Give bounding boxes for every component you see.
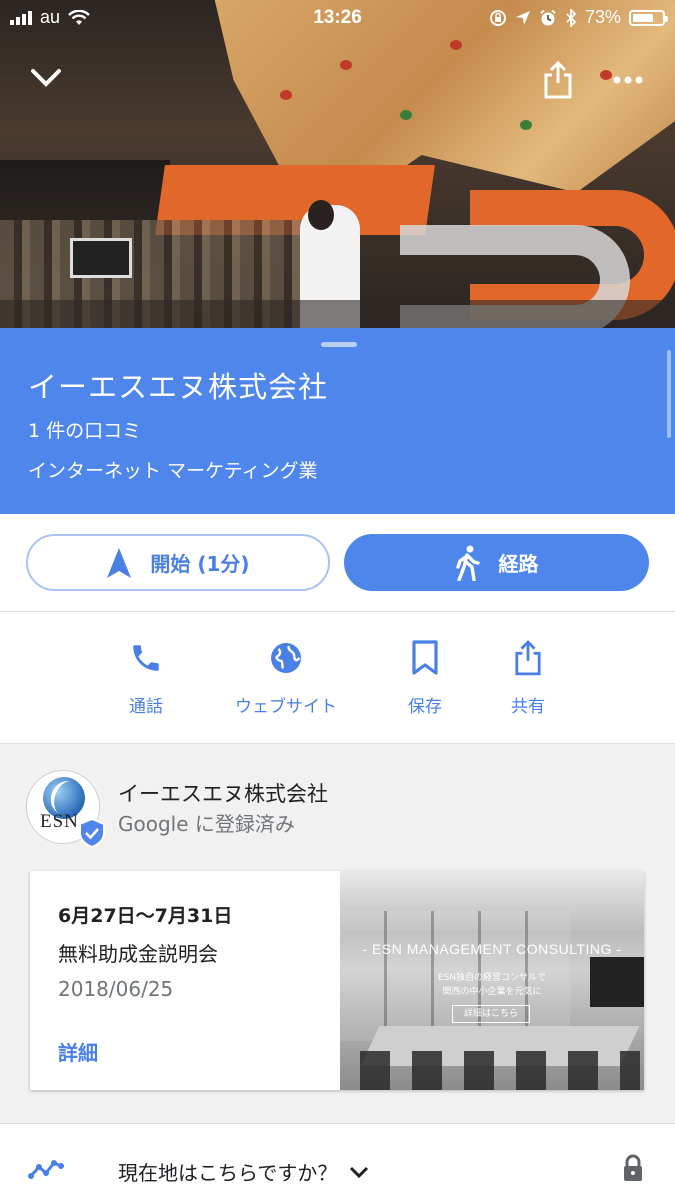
share-label: 共有 <box>511 697 545 717</box>
lock-icon <box>624 1154 642 1181</box>
place-sheet: { "status_bar": { "carrier": "au", "time… <box>0 0 675 1200</box>
quick-actions: 通話 ウェブサイト 保存 共有 <box>0 612 675 743</box>
review-count[interactable]: 1 件の口コミ <box>28 416 141 443</box>
location-question[interactable]: 現在地はこちらですか？ <box>118 1157 369 1186</box>
rotation-lock-icon <box>489 9 506 26</box>
trend-icon <box>28 1160 64 1179</box>
status-bar: au 13:26 73% <box>0 0 675 36</box>
walking-icon <box>455 545 480 581</box>
post-card[interactable]: 6月27日〜7月31日 無料助成金説明会 2018/06/25 詳細 - ESN… <box>30 871 644 1090</box>
owner-verified-label: Google に登録済み <box>118 812 295 836</box>
location-arrow-icon <box>515 10 530 25</box>
place-title: イーエスエヌ株式会社 <box>28 370 329 404</box>
photo-person-head <box>308 200 334 230</box>
share-icon <box>515 640 541 676</box>
post-published-date: 2018/06/25 <box>58 977 174 1001</box>
share-icon[interactable] <box>536 58 580 102</box>
post-image[interactable]: - ESN MANAGEMENT CONSULTING - ESN独自の経営コン… <box>340 871 644 1090</box>
directions-label: 経路 <box>498 552 539 576</box>
image-cta: 詳細はこちら <box>452 1005 530 1023</box>
primary-actions: 開始 (1分) 経路 <box>0 514 675 612</box>
website-button[interactable]: ウェブサイト <box>218 638 354 717</box>
battery-icon <box>629 9 668 26</box>
chevron-down-icon <box>350 1166 369 1178</box>
photo-floor <box>0 300 675 328</box>
image-banner-text: - ESN MANAGEMENT CONSULTING - <box>362 941 622 957</box>
location-question-text: 現在地はこちらですか？ <box>118 1161 338 1185</box>
verified-badge-icon <box>79 818 105 848</box>
directions-button[interactable]: 経路 <box>344 534 649 591</box>
share-place-button[interactable]: 共有 <box>463 638 593 717</box>
place-category: インターネット マーケティング業 <box>28 460 318 482</box>
navigation-arrow-icon <box>107 547 132 578</box>
photo-hold <box>400 110 412 120</box>
bluetooth-icon <box>566 8 577 27</box>
post-title: 無料助成金説明会 <box>58 942 218 966</box>
alarm-icon <box>540 9 556 25</box>
image-caption-line2: 関西の中小企業を元気に <box>442 987 542 997</box>
start-navigation-label: 開始 (1分) <box>150 552 250 576</box>
post-date-range: 6月27日〜7月31日 <box>58 905 233 927</box>
post-text: 6月27日〜7月31日 無料助成金説明会 2018/06/25 <box>58 901 328 1001</box>
photo-toolbar <box>0 58 675 102</box>
image-chairs <box>360 1051 640 1090</box>
photo-monitor <box>70 238 132 278</box>
logo-text: ESN <box>40 811 79 832</box>
call-button[interactable]: 通話 <box>81 638 211 717</box>
chevron-down-icon[interactable] <box>26 58 66 98</box>
save-label: 保存 <box>408 697 442 717</box>
battery-percent: 73% <box>584 7 621 27</box>
photo-hold <box>520 120 532 130</box>
call-label: 通話 <box>129 697 163 717</box>
place-photo[interactable] <box>0 0 675 328</box>
more-horizontal-icon[interactable] <box>606 58 650 102</box>
globe-icon <box>271 643 301 673</box>
bookmark-icon <box>412 640 438 675</box>
post-details-link[interactable]: 詳細 <box>58 1037 98 1066</box>
photo-hold <box>450 40 462 50</box>
drag-handle[interactable] <box>321 342 357 347</box>
phone-icon <box>133 645 159 671</box>
website-label: ウェブサイト <box>235 697 337 717</box>
start-navigation-button[interactable]: 開始 (1分) <box>26 534 330 591</box>
owner-name: イーエスエヌ株式会社 <box>118 782 328 806</box>
image-caption-line1: ESN独自の経営コンサルで <box>437 973 547 983</box>
scroll-indicator <box>667 350 671 438</box>
image-caption: ESN独自の経営コンサルで 関西の中小企業を元気に <box>340 971 644 999</box>
location-prompt-row[interactable]: 現在地はこちらですか？ <box>0 1123 675 1200</box>
place-header: イーエスエヌ株式会社 1 件の口コミ インターネット マーケティング業 <box>0 328 675 514</box>
